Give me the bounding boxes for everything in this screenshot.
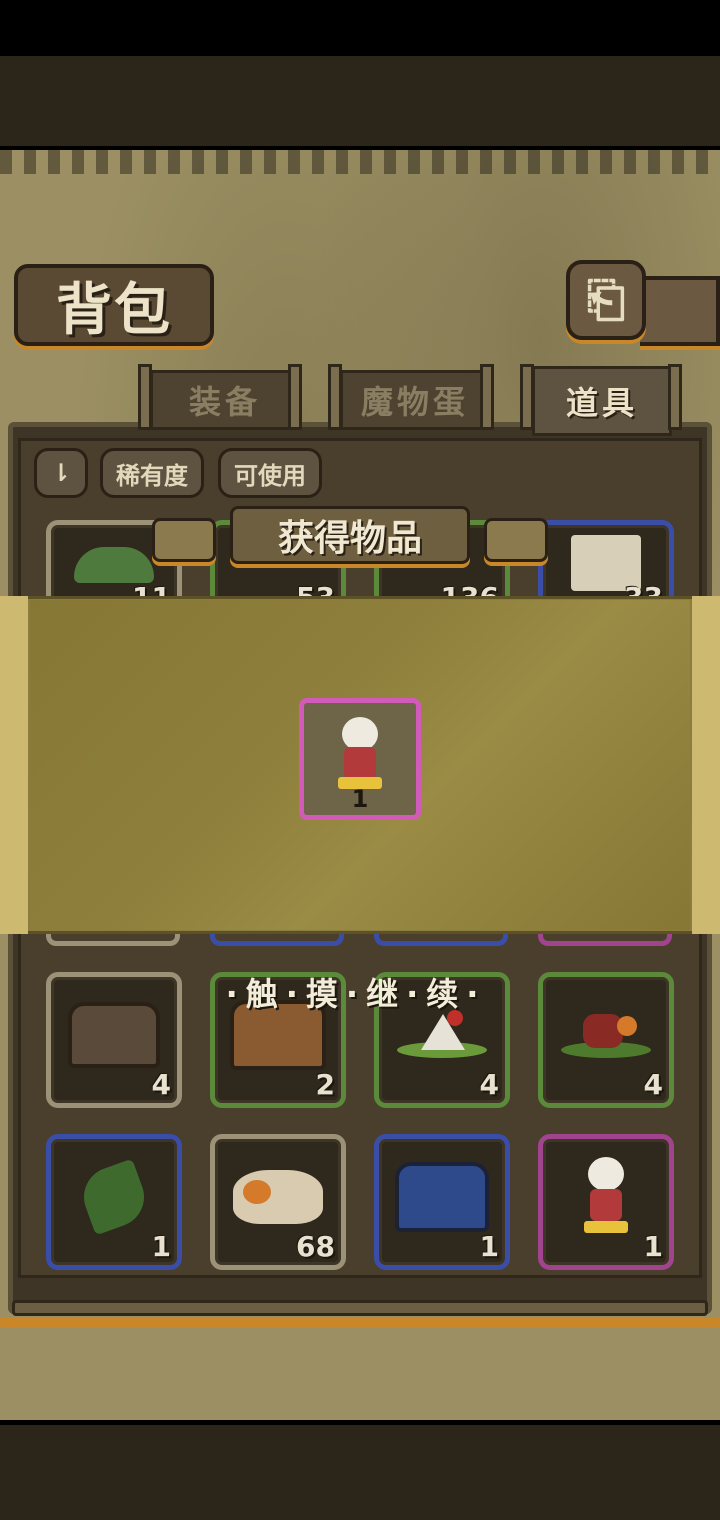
page-title: 背包 — [14, 264, 214, 346]
item-count: 1 — [643, 1230, 663, 1263]
reward-title-text: 获得物品 — [277, 517, 422, 559]
back-button[interactable]: ⎗ — [566, 260, 646, 340]
item-count: 1 — [151, 1230, 171, 1263]
page-title-text: 背包 — [56, 276, 172, 343]
reward-overlay-edge-right — [692, 596, 720, 934]
tab-equipment-label: 装备 — [188, 383, 261, 421]
tab-post — [288, 364, 302, 430]
item-count: 4 — [479, 1068, 499, 1101]
character-figure-icon — [576, 1156, 636, 1237]
wooden-chest-icon — [68, 1001, 160, 1068]
slot-edge — [210, 934, 344, 946]
tab-post — [480, 364, 494, 430]
item-count: 4 — [151, 1068, 171, 1101]
tab-items[interactable]: 道具 — [532, 366, 672, 436]
back-button-tail — [640, 276, 720, 346]
usable-filter-button[interactable]: 可使用 — [218, 448, 322, 498]
tab-equipment[interactable]: 装备 — [150, 370, 300, 430]
herb-leaf-icon — [75, 1158, 153, 1236]
item-slot[interactable]: 68 — [210, 1134, 346, 1270]
slime-item-icon — [74, 547, 154, 583]
item-slot[interactable]: 1 — [538, 1134, 674, 1270]
panel-orange-trim — [0, 1318, 720, 1328]
reward-item-slot[interactable]: 1 — [299, 698, 421, 820]
sort-toggle-button[interactable]: ⇂ — [34, 448, 88, 498]
tap-to-continue-hint: ·触·摸·继·续· — [206, 972, 506, 1013]
tab-items-label: 道具 — [565, 384, 638, 422]
tab-monster-eggs-label: 魔物蛋 — [360, 383, 469, 421]
reward-item-count: 1 — [351, 785, 369, 813]
reward-title-ornament-left — [152, 518, 216, 562]
usable-filter-label: 可使用 — [234, 461, 306, 490]
item-count: 2 — [315, 1068, 335, 1101]
character-figure-icon — [332, 717, 388, 789]
item-count: 4 — [643, 1068, 663, 1101]
panel-bottom-rule — [12, 1300, 708, 1316]
item-slot[interactable]: 4 — [538, 972, 674, 1108]
item-slot[interactable]: 1 — [46, 1134, 182, 1270]
blue-chest-icon — [395, 1161, 489, 1232]
item-count: 1 — [479, 1230, 499, 1263]
tab-post — [668, 364, 682, 430]
rice-sack-icon — [233, 1169, 323, 1224]
tab-monster-eggs[interactable]: 魔物蛋 — [340, 370, 490, 430]
reward-title-ornament-right — [484, 518, 548, 562]
item-slot[interactable]: 4 — [46, 972, 182, 1108]
slot-edge — [538, 934, 672, 946]
slot-edge — [46, 934, 180, 946]
torn-edge — [0, 150, 720, 174]
sort-icon: ⇂ — [50, 459, 72, 487]
meat-icon — [561, 1010, 651, 1060]
top-band — [0, 56, 720, 146]
item-slot[interactable]: 33 — [538, 520, 674, 614]
rice-cake-icon — [397, 1009, 487, 1060]
rarity-filter-button[interactable]: 稀有度 — [100, 448, 204, 498]
slot-edge — [374, 934, 508, 946]
back-arrow-icon: ⎗ — [586, 271, 626, 328]
rarity-filter-label: 稀有度 — [116, 461, 188, 490]
item-count: 68 — [296, 1230, 335, 1263]
reward-overlay-edge-left — [0, 596, 28, 934]
item-slot[interactable]: 1 — [374, 1134, 510, 1270]
bottom-band — [0, 1425, 720, 1520]
reward-title: 获得物品 — [230, 506, 470, 564]
tap-to-continue-text: ·触·摸·继·续· — [225, 975, 487, 1013]
